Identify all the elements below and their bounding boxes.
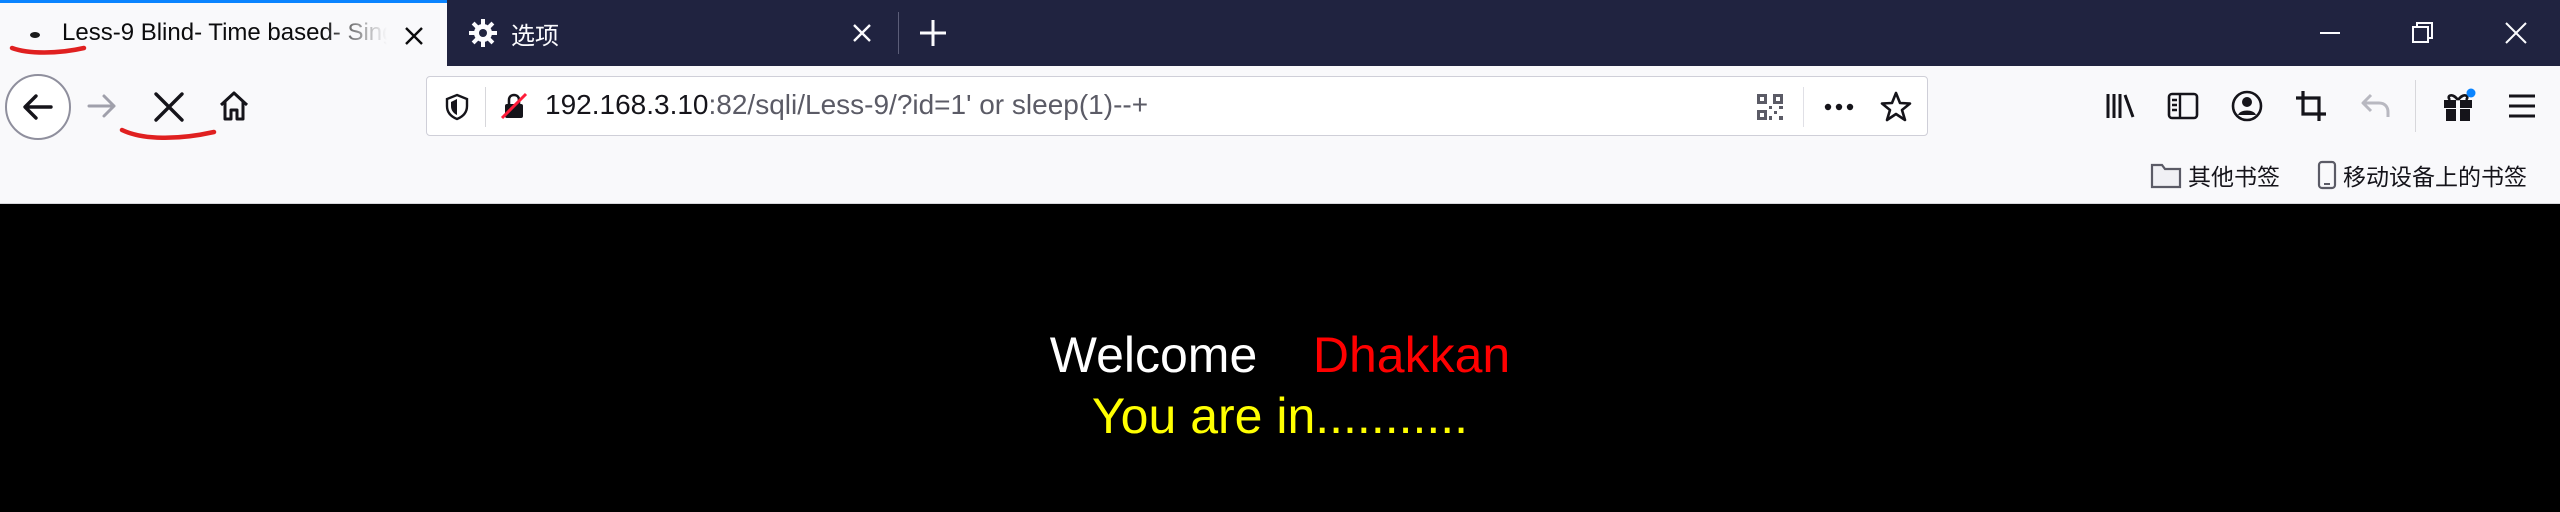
user-name: Dhakkan — [1312, 327, 1511, 383]
minimize-icon[interactable] — [2317, 20, 2343, 46]
qr-code-icon[interactable] — [1755, 92, 1785, 122]
tab-title: 选项 — [511, 23, 559, 50]
account-icon — [2231, 90, 2263, 122]
sidebar-icon — [2167, 92, 2199, 120]
bookmarks-toolbar: 其他书签 移动设备上的书签 — [0, 146, 2560, 204]
more-icon[interactable] — [1821, 92, 1857, 122]
tab-divider — [898, 12, 899, 54]
screenshot-button[interactable] — [2291, 86, 2331, 126]
insecure-lock-icon[interactable] — [499, 91, 529, 121]
status-message: You are in........... — [1091, 388, 1469, 444]
undo-button[interactable] — [2356, 86, 2396, 126]
tab-options[interactable]: 选项 — [447, 0, 899, 66]
bookmark-label: 移动设备上的书签 — [2343, 165, 2527, 191]
maximize-icon[interactable] — [2409, 20, 2435, 46]
home-button[interactable] — [214, 86, 254, 126]
bookmark-label: 其他书签 — [2188, 165, 2280, 191]
shield-icon[interactable] — [443, 93, 471, 121]
home-icon — [219, 91, 249, 121]
back-button[interactable] — [5, 74, 71, 140]
undo-icon — [2361, 93, 2390, 117]
window-close-icon[interactable] — [2503, 20, 2529, 46]
forward-button[interactable] — [82, 86, 122, 126]
mobile-icon — [2317, 160, 2337, 190]
stop-button[interactable] — [148, 86, 190, 128]
bookmark-mobile[interactable]: 移动设备上的书签 — [2317, 158, 2527, 192]
welcome-text: Welcome — [1049, 327, 1258, 383]
gift-icon — [2444, 88, 2476, 121]
favicon-dot-icon — [30, 32, 40, 38]
forward-icon — [87, 94, 116, 118]
close-icon[interactable] — [401, 23, 427, 49]
crop-icon — [2296, 91, 2326, 121]
url-host: 192.168.3.10 — [545, 89, 709, 120]
back-icon — [23, 94, 53, 120]
url-separator — [485, 87, 486, 127]
account-button[interactable] — [2227, 86, 2267, 126]
tab-less-9[interactable]: Less-9 Blind- Time based- Single Quotes-… — [0, 0, 447, 66]
library-button[interactable] — [2100, 86, 2140, 126]
url-text[interactable]: 192.168.3.10:82/sqli/Less-9/?id=1' or sl… — [545, 89, 1148, 121]
folder-icon — [2150, 163, 2182, 189]
tab-title: Less-9 Blind- Time based- Single Quotes-… — [62, 19, 387, 46]
url-separator — [1803, 87, 1804, 127]
plus-icon[interactable] — [916, 16, 950, 50]
sidebar-button[interactable] — [2163, 86, 2203, 126]
close-icon[interactable] — [849, 20, 875, 46]
gear-icon — [469, 19, 497, 47]
page-content: Welcome Dhakkan You are in........... — [0, 204, 2560, 512]
url-path: :82/sqli/Less-9/?id=1' or sleep(1)--+ — [708, 89, 1149, 120]
library-icon — [2106, 94, 2135, 118]
welcome-line: Welcome Dhakkan — [0, 326, 2560, 384]
menu-button[interactable] — [2502, 86, 2542, 126]
nav-toolbar: 192.168.3.10:82/sqli/Less-9/?id=1' or sl… — [0, 66, 2560, 146]
star-icon[interactable] — [1879, 90, 1913, 124]
hamburger-menu-icon — [2509, 94, 2535, 118]
whats-new-button[interactable] — [2438, 86, 2478, 126]
toolbar-separator — [2415, 80, 2416, 132]
url-bar[interactable]: 192.168.3.10:82/sqli/Less-9/?id=1' or sl… — [426, 76, 1928, 136]
stop-icon — [154, 92, 184, 122]
tab-strip: Less-9 Blind- Time based- Single Quotes-… — [0, 0, 2560, 66]
bookmark-other[interactable]: 其他书签 — [2150, 158, 2280, 192]
